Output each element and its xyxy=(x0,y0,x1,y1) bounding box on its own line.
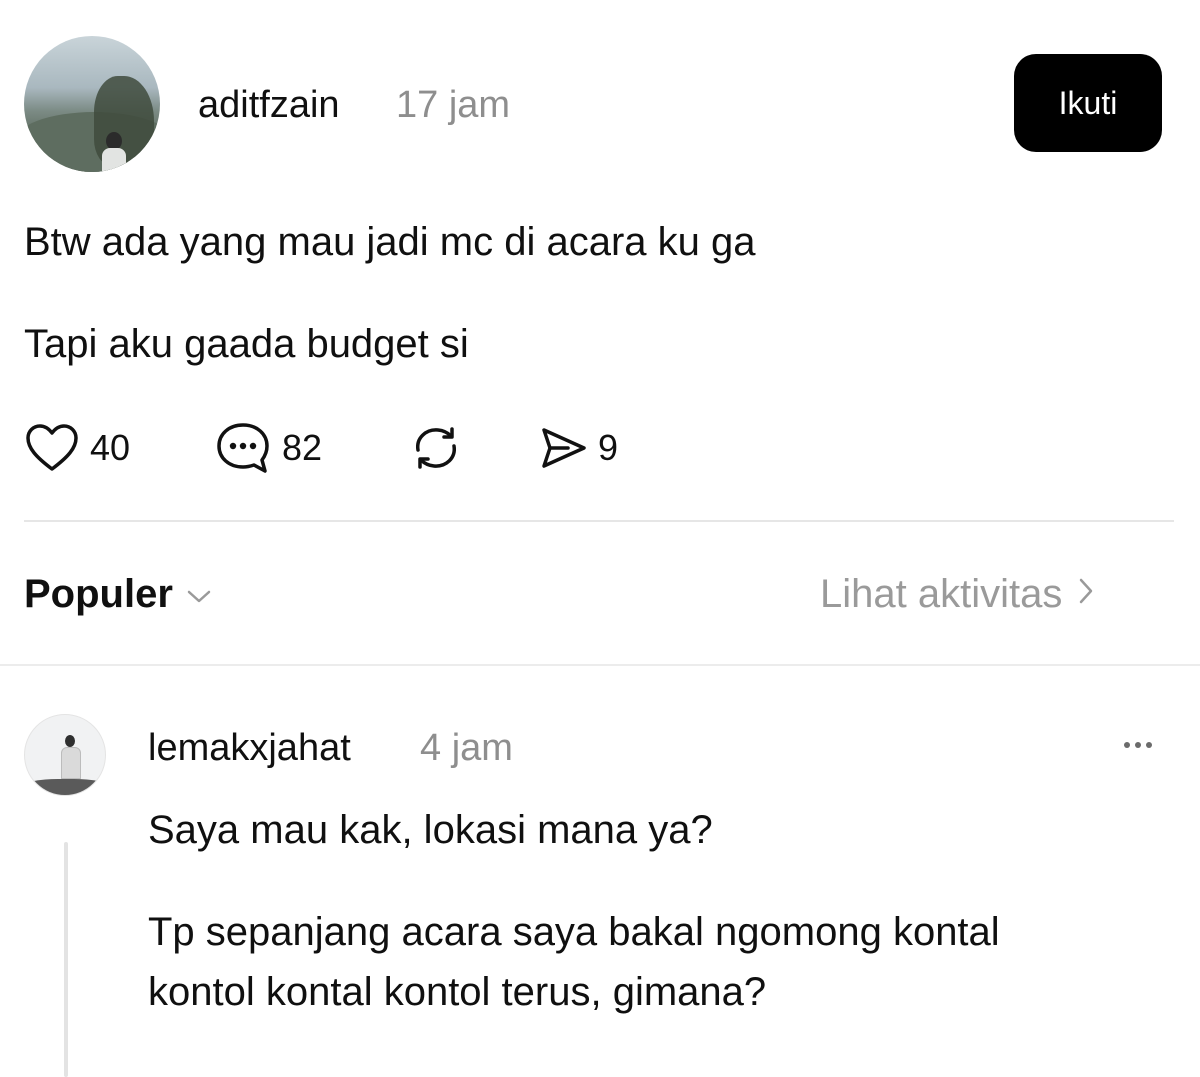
more-options-button[interactable] xyxy=(1110,730,1166,760)
more-icon xyxy=(1124,742,1152,748)
reply-text-line: Tp sepanjang acara saya bakal ngomong ko… xyxy=(148,910,1000,954)
thread-line xyxy=(64,842,68,1077)
post-text-line: Btw ada yang mau jadi mc di acara ku ga xyxy=(24,220,756,264)
repost-icon xyxy=(404,420,468,476)
like-button[interactable]: 40 xyxy=(24,420,130,476)
chevron-right-icon xyxy=(1076,572,1096,617)
author-avatar[interactable] xyxy=(24,36,160,172)
send-icon xyxy=(538,422,588,474)
reply-text-line: Saya mau kak, lokasi mana ya? xyxy=(148,808,713,852)
comment-bubble-icon xyxy=(214,420,272,476)
comment-count: 82 xyxy=(282,427,323,468)
divider xyxy=(0,664,1200,666)
reply-author-username[interactable]: lemakxjahat xyxy=(148,727,351,770)
post-author-username[interactable]: aditfzain xyxy=(198,84,340,127)
sort-label: Populer xyxy=(24,572,173,616)
comment-button[interactable]: 82 xyxy=(214,420,322,476)
heart-icon xyxy=(24,422,80,474)
chevron-down-icon xyxy=(185,572,213,617)
post-timestamp: 17 jam xyxy=(396,84,511,126)
repost-button[interactable] xyxy=(404,420,468,476)
reply-timestamp: 4 jam xyxy=(420,727,513,769)
reply-text-line: kontol kontal kontol terus, gimana? xyxy=(148,970,767,1014)
sort-dropdown[interactable]: Populer xyxy=(24,572,213,617)
divider xyxy=(24,520,1174,522)
view-activity-link[interactable]: Lihat aktivitas xyxy=(820,572,1096,617)
share-button[interactable]: 9 xyxy=(538,420,618,476)
share-count: 9 xyxy=(598,427,619,468)
reply-author-avatar[interactable] xyxy=(24,714,106,796)
like-count: 40 xyxy=(90,427,131,468)
post-text-line: Tapi aku gaada budget si xyxy=(24,322,469,366)
activity-label: Lihat aktivitas xyxy=(820,572,1063,616)
follow-button[interactable]: Ikuti xyxy=(1014,54,1162,152)
